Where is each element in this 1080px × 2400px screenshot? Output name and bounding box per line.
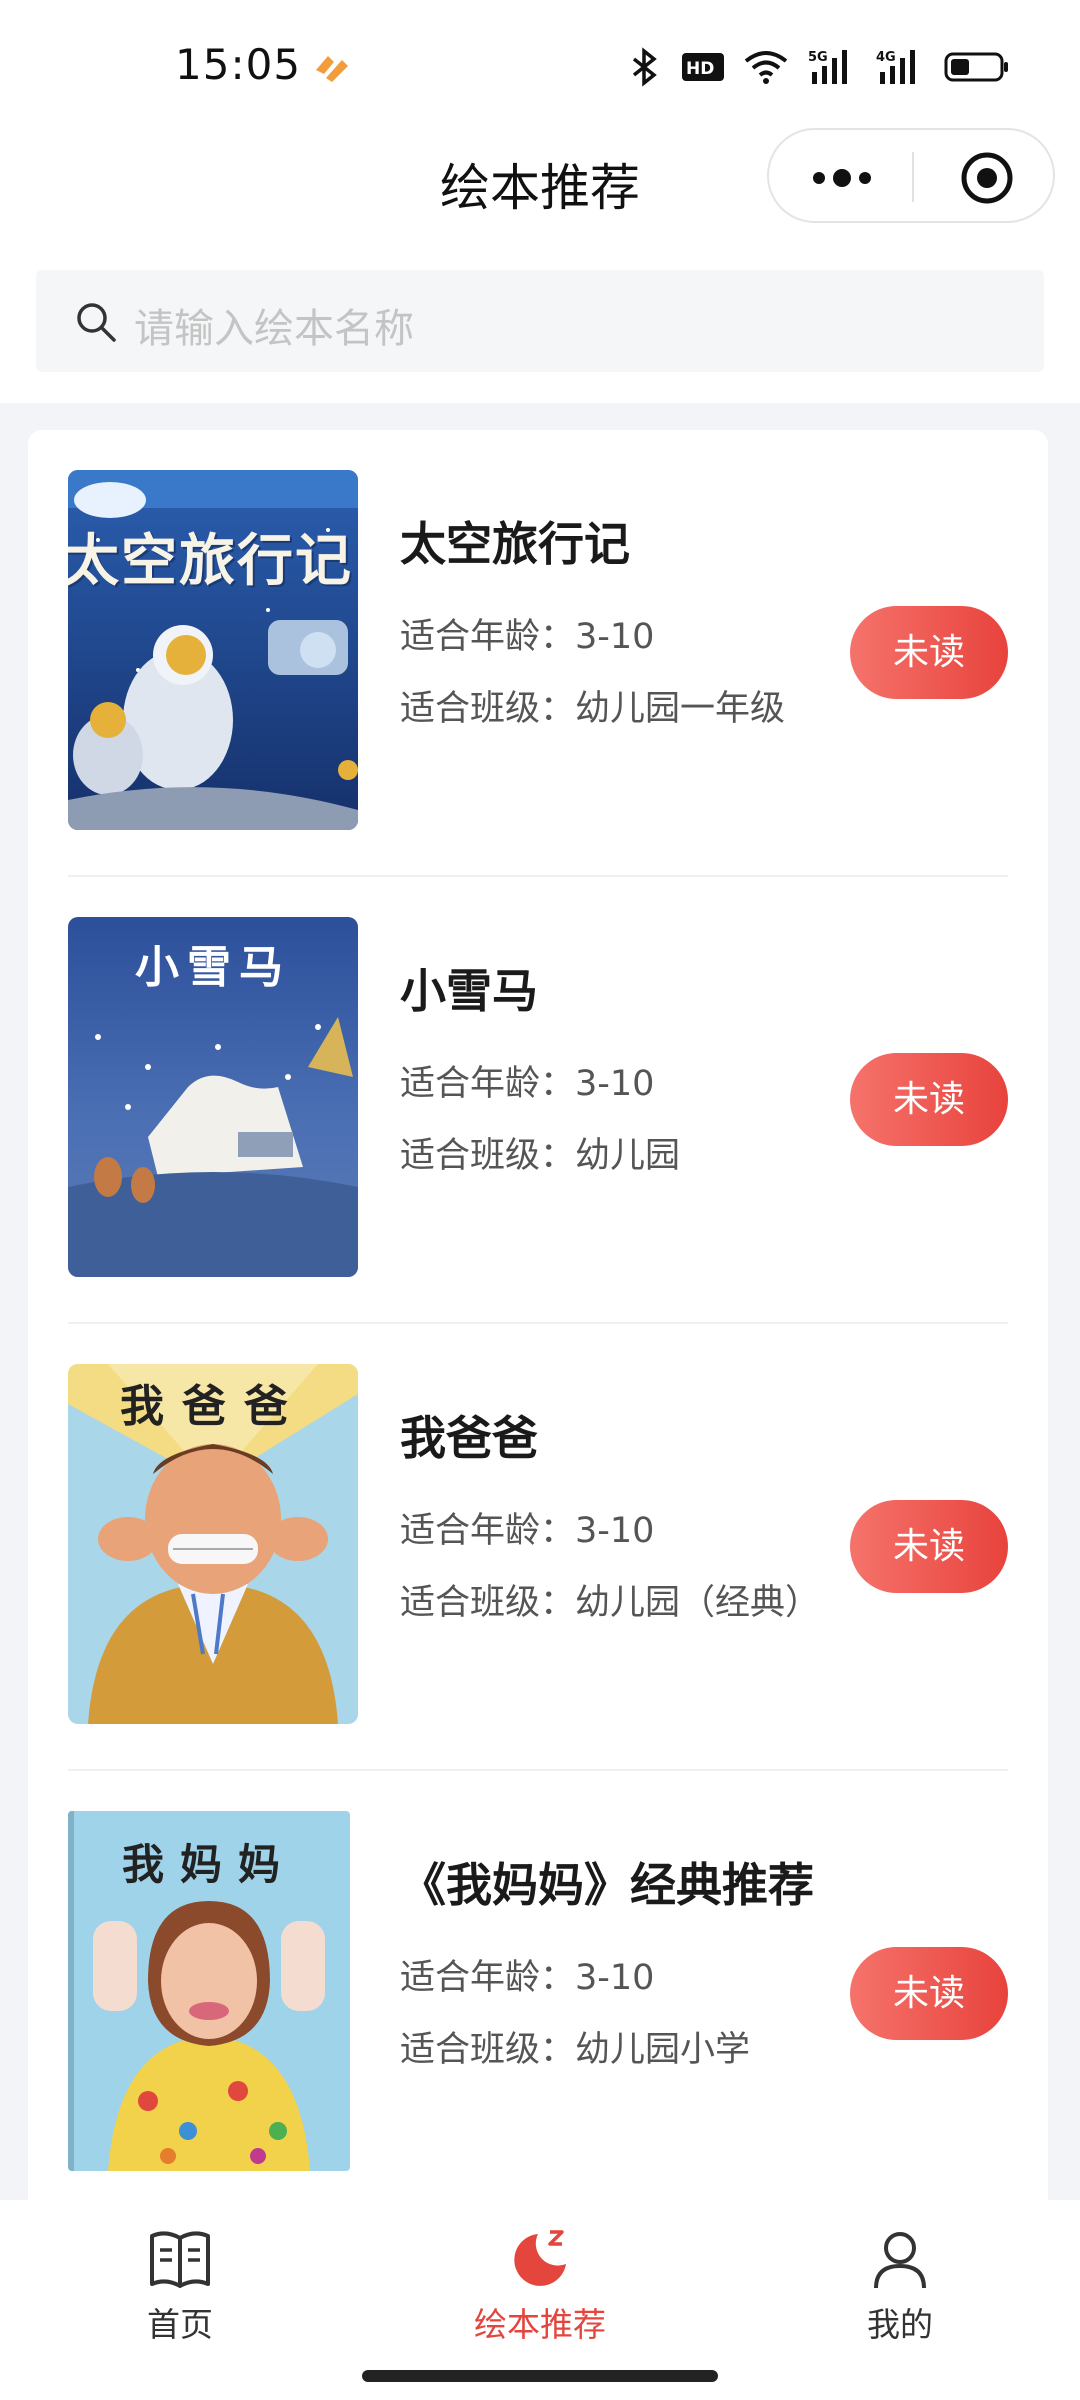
cover-title-text: 小雪马 xyxy=(135,942,291,993)
book-list: 太空旅行记 太空旅行记 适合年龄：3-10 适合班级：幼儿园一年级 未读 小雪马… xyxy=(28,430,1048,2230)
5g-signal-icon: 5G xyxy=(808,50,847,84)
unread-button[interactable]: 未读 xyxy=(850,1053,1008,1146)
book-item[interactable]: 小雪马 小雪马 适合年龄：3-10 适合班级：幼儿园 未读 xyxy=(28,877,1048,1324)
moon-icon xyxy=(514,2230,566,2286)
book-cover-image[interactable]: 我爸爸 xyxy=(68,1364,358,1724)
unread-button[interactable]: 未读 xyxy=(850,1947,1008,2040)
home-indicator[interactable] xyxy=(362,2370,718,2382)
search-placeholder: 请输入绘本名称 xyxy=(134,306,414,352)
book-cover-image[interactable]: 太空旅行记 xyxy=(68,470,358,830)
search-section: 请输入绘本名称 xyxy=(0,248,1080,403)
book-title[interactable]: 小雪马 xyxy=(400,955,538,1021)
search-input[interactable]: 请输入绘本名称 xyxy=(36,270,1044,372)
book-item[interactable]: 太空旅行记 太空旅行记 适合年龄：3-10 适合班级：幼儿园一年级 未读 xyxy=(28,430,1048,877)
tab-mine[interactable]: 我的 xyxy=(800,2228,1000,2346)
book-class: 适合班级：幼儿园一年级 xyxy=(400,689,786,729)
book-class: 适合班级：幼儿园小学 xyxy=(400,2030,751,2070)
book-title[interactable]: 《我妈妈》经典推荐 xyxy=(400,1849,814,1915)
tab-home[interactable]: 首页 xyxy=(80,2228,280,2346)
capsule-divider xyxy=(912,152,914,202)
book-icon xyxy=(150,2231,210,2288)
user-icon xyxy=(874,2232,926,2289)
cover-title-text: 太空旅行记 xyxy=(68,529,353,594)
svg-text:HD: HD xyxy=(686,59,714,79)
book-age: 适合年龄：3-10 xyxy=(400,1958,655,1998)
cover-title-text: 我妈妈 xyxy=(121,1840,296,1889)
4g-signal-icon: 4G xyxy=(876,50,915,84)
tab-label: 首页 xyxy=(147,2305,213,2344)
tab-label: 我的 xyxy=(867,2305,933,2344)
unread-button[interactable]: 未读 xyxy=(850,1500,1008,1593)
miniprogram-capsule xyxy=(767,128,1055,223)
status-icons: HD 5G 4G xyxy=(628,44,1010,90)
book-age: 适合年龄：3-10 xyxy=(400,1511,655,1551)
svg-text:4G: 4G xyxy=(876,50,896,65)
book-cover-image[interactable]: 我妈妈 xyxy=(68,1811,350,2171)
battery-icon xyxy=(944,52,1008,82)
tab-label: 绘本推荐 xyxy=(474,2305,606,2344)
unread-button[interactable]: 未读 xyxy=(850,606,1008,699)
book-item[interactable]: 我妈妈 《我妈妈》经典推荐 适合年龄：3-10 适合班级：幼儿园小学 未读 xyxy=(28,1771,1048,2218)
book-title[interactable]: 我爸爸 xyxy=(400,1402,538,1468)
book-class: 适合班级：幼儿园 xyxy=(400,1136,681,1176)
bluetooth-icon xyxy=(632,47,657,87)
book-cover-image[interactable]: 小雪马 xyxy=(68,917,358,1277)
more-icon[interactable] xyxy=(807,158,877,198)
book-class: 适合班级：幼儿园（经典） xyxy=(400,1583,821,1623)
hd-icon: HD xyxy=(682,53,724,81)
close-target-icon[interactable] xyxy=(959,150,1015,206)
book-item[interactable]: 我爸爸 我爸爸 适合年龄：3-10 适合班级：幼儿园（经典） 未读 xyxy=(28,1324,1048,1771)
wifi-icon xyxy=(744,51,788,84)
search-icon xyxy=(77,303,116,342)
svg-text:5G: 5G xyxy=(808,50,828,65)
tab-picture-books[interactable]: 绘本推荐 xyxy=(440,2228,640,2346)
book-title[interactable]: 太空旅行记 xyxy=(400,508,630,574)
status-bar: 15:05 HD 5G 4G xyxy=(0,0,1080,130)
book-age: 适合年龄：3-10 xyxy=(400,617,655,657)
app-notification-icon xyxy=(316,56,348,82)
status-time: 15:05 xyxy=(175,40,302,89)
book-age: 适合年龄：3-10 xyxy=(400,1064,655,1104)
cover-title-text: 我爸爸 xyxy=(120,1381,306,1432)
